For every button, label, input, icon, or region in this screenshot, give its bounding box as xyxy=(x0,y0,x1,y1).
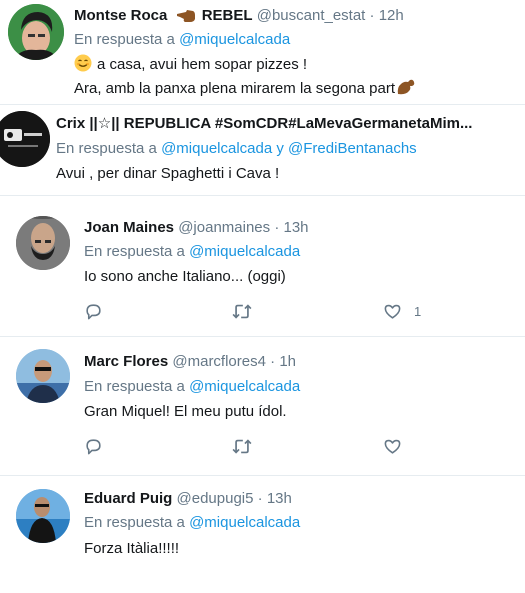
tweet-header: Montse Roca REBEL @buscant_estat · 12h xyxy=(74,6,404,29)
user-handle[interactable]: @joanmaines xyxy=(178,219,270,236)
tweet-header: Marc Flores @marcflores4 · 1h xyxy=(84,352,296,372)
user-handle[interactable]: @edupugi5 xyxy=(177,490,254,507)
reply-mention-link[interactable]: @FrediBentanachs xyxy=(288,140,417,157)
dot-separator: · xyxy=(274,219,280,236)
timestamp[interactable]: 12h xyxy=(379,7,404,24)
avatar[interactable] xyxy=(0,111,50,167)
retweet-button[interactable] xyxy=(231,302,253,321)
reply-button[interactable] xyxy=(84,437,103,456)
reply-mention-link[interactable]: @miquelcalcada xyxy=(189,378,300,395)
dot-separator: · xyxy=(270,353,276,370)
reply-context: En respuesta a @miquelcalcada xyxy=(84,513,300,533)
avatar[interactable] xyxy=(16,489,70,543)
tweet-text: Ara, amb la panxa plena mirarem la segon… xyxy=(74,80,396,97)
retweet-icon xyxy=(232,439,252,454)
user-handle[interactable]: @buscant_estat xyxy=(257,7,366,24)
tweet-text: a casa, avui hem sopar pizzes ! xyxy=(97,56,308,73)
tweet-text: Avui , per dinar Spaghetti i Cava ! xyxy=(56,165,280,182)
tweet-text: Forza Itàlia!!!!! xyxy=(84,540,180,557)
user-handle[interactable]: @marcflores4 xyxy=(172,353,266,370)
reply-prefix: En respuesta a xyxy=(84,514,185,531)
retweet-icon xyxy=(232,304,252,319)
reply-mention-link[interactable]: @miquelcalcada xyxy=(161,140,272,157)
tweet-text-line: Io sono anche Italiano... (oggi) xyxy=(84,267,286,287)
dot-separator: · xyxy=(369,7,375,24)
like-icon xyxy=(384,304,401,319)
dot-separator: · xyxy=(257,490,263,507)
avatar[interactable] xyxy=(8,4,64,60)
display-name[interactable]: Montse Roca xyxy=(74,7,167,24)
reply-context: En respuesta a @miquelcalcada xyxy=(84,377,300,397)
tweet-text-line: Ara, amb la panxa plena mirarem la segon… xyxy=(74,78,416,102)
tweet-crix: Crix ||☆|| REPUBLICA #SomCDR#LaMevaGerma… xyxy=(0,105,525,195)
reply-prefix: En respuesta a xyxy=(84,243,185,260)
tweet-text-line: Forza Itàlia!!!!! xyxy=(84,539,179,559)
avatar[interactable] xyxy=(16,216,70,270)
display-name[interactable]: Crix ||☆|| REPUBLICA #SomCDR#LaMevaGerma… xyxy=(56,115,472,132)
smiling-face-emoji xyxy=(74,54,92,78)
backhand-point-left-emoji xyxy=(176,7,196,29)
display-name[interactable]: Marc Flores xyxy=(84,353,168,370)
reply-prefix: En respuesta a xyxy=(84,378,185,395)
reply-context: En respuesta a @miquelcalcada xyxy=(84,242,300,262)
flexed-biceps-emoji xyxy=(396,78,416,102)
reply-context: En respuesta a @miquelcalcada y @FrediBe… xyxy=(56,139,417,159)
like-icon xyxy=(384,439,401,454)
like-button[interactable]: 1 xyxy=(383,302,421,321)
like-count: 1 xyxy=(414,304,422,319)
reply-mention-link[interactable]: @miquelcalcada xyxy=(189,514,300,531)
reply-button[interactable] xyxy=(84,302,103,321)
display-name[interactable]: Eduard Puig xyxy=(84,490,172,507)
reply-mention-link[interactable]: @miquelcalcada xyxy=(179,31,290,48)
avatar[interactable] xyxy=(16,349,70,403)
tweet-text: Io sono anche Italiano... (oggi) xyxy=(84,268,286,285)
tweet-marc-flores: Marc Flores @marcflores4 · 1h En respues… xyxy=(0,337,525,475)
reply-conjunction: y xyxy=(276,140,284,157)
tweet-eduard-puig: Eduard Puig @edupugi5 · 13h En respuesta… xyxy=(0,476,525,593)
like-button[interactable] xyxy=(383,437,402,456)
reply-icon xyxy=(86,304,101,320)
display-name[interactable]: Joan Maines xyxy=(84,219,174,236)
reply-mention-link[interactable]: @miquelcalcada xyxy=(189,243,300,260)
display-name-suffix: REBEL xyxy=(201,7,253,24)
reply-context: En respuesta a @miquelcalcada xyxy=(74,30,290,50)
tweet-montse-roca: Montse Roca REBEL @buscant_estat · 12h E… xyxy=(0,0,525,104)
reply-icon xyxy=(86,439,101,455)
tweet-header: Joan Maines @joanmaines · 13h xyxy=(84,218,309,238)
tweet-text-line: Avui , per dinar Spaghetti i Cava ! xyxy=(56,164,279,184)
tweet-text-line: a casa, avui hem sopar pizzes ! xyxy=(74,54,307,78)
timestamp[interactable]: 13h xyxy=(267,490,292,507)
reply-prefix: En respuesta a xyxy=(74,31,175,48)
retweet-button[interactable] xyxy=(231,437,253,456)
tweet-text-line: Gran Miquel! El meu putu ídol. xyxy=(84,402,287,422)
tweet-joan-maines: Joan Maines @joanmaines · 13h En respues… xyxy=(0,196,525,336)
timestamp[interactable]: 13h xyxy=(284,219,309,236)
tweet-text: Gran Miquel! El meu putu ídol. xyxy=(84,403,287,420)
reply-prefix: En respuesta a xyxy=(56,140,157,157)
timestamp[interactable]: 1h xyxy=(279,353,296,370)
tweet-header: Eduard Puig @edupugi5 · 13h xyxy=(84,489,292,509)
tweet-header: Crix ||☆|| REPUBLICA #SomCDR#LaMevaGerma… xyxy=(56,114,472,134)
